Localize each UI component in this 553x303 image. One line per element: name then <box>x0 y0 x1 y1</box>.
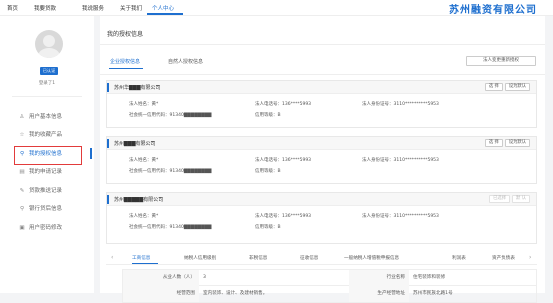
sidebar-item-password[interactable]: ▣ 用户密码修改 <box>18 222 94 234</box>
tab-vat-declaration[interactable]: 一般纳税人增值税申报信息 <box>344 255 399 261</box>
legal-name: 法人姓名：黄* <box>129 102 159 107</box>
company-card: 苏州华▇▇▇有限公司 选 择设为默认 法人姓名：黄* 法人电话号：136****… <box>106 80 537 128</box>
nav-about[interactable]: 关于我们 <box>120 4 142 12</box>
company-name: 苏州▇▇▇▇▇有限公司 <box>114 197 164 203</box>
company-name: 苏州▇▇▇有限公司 <box>114 141 156 147</box>
table-label: 从业人数（人） <box>123 270 199 286</box>
tab-individual-authorization[interactable]: 自然人授权信息 <box>168 58 203 65</box>
active-item-highlight <box>14 146 82 165</box>
active-subtab-indicator <box>132 263 158 264</box>
user-icon: ♙ <box>19 114 25 120</box>
nav-personal-center[interactable]: 个人中心 <box>152 4 174 12</box>
active-item-bar <box>90 148 92 159</box>
credit-code: 社会统一信用代码：91340▇▇▇▇▇▇▇▇ <box>129 113 212 118</box>
reauthorize-button[interactable]: 法人变更重新授权 <box>466 56 536 66</box>
nav-service[interactable]: 我说服务 <box>82 4 104 12</box>
nav-active-indicator <box>147 13 183 15</box>
table-row: 经营范围 室内装饰、设计、及建材销售。 生产经营地址 苏州市民族北路1号 <box>123 286 536 302</box>
legal-id: 法人身份证号：3110**********5953 <box>362 102 439 107</box>
credit-level: 信用等级：B <box>255 225 281 230</box>
tab-non-tax-info[interactable]: 非税信息 <box>249 255 267 261</box>
sidebar-item-favorites[interactable]: ☆ 我的收藏产品 <box>18 129 94 141</box>
set-default-button[interactable]: 设为默认 <box>504 83 530 91</box>
company-name: 苏州华▇▇▇有限公司 <box>114 85 161 91</box>
legal-name: 法人姓名：黄* <box>129 214 159 219</box>
sidebar-item-label: 用户基本信息 <box>29 114 63 120</box>
sidebar-item-label: 银行贷后信息 <box>29 206 63 212</box>
set-default-button[interactable]: 设为默认 <box>504 139 530 147</box>
tab-business-info[interactable]: 工商信息 <box>132 255 150 261</box>
card-accent-bar <box>107 195 109 204</box>
tab-balance-sheet[interactable]: 资产负债表 <box>492 255 515 261</box>
title-divider <box>100 44 545 45</box>
sidebar-item-label: 我的申请记录 <box>29 169 63 175</box>
legal-name: 法人姓名：黄* <box>129 158 159 163</box>
chevron-left-icon[interactable]: ‹ <box>111 254 113 261</box>
business-info-table: 从业人数（人） 3 行业名称 住宅装饰和装修 经营范围 室内装饰、设计、及建材销… <box>122 269 537 303</box>
legal-id: 法人身份证号：3110**********5953 <box>362 158 439 163</box>
table-label: 行业名称 <box>349 270 409 286</box>
sidebar-item-label: 贷款推送记录 <box>29 188 63 194</box>
company-card-selected: 苏州▇▇▇▇▇有限公司 已选择默 认 法人姓名：黄* 法人电话号：136****… <box>106 192 537 244</box>
page-title: 我的授权信息 <box>107 31 144 38</box>
company-card-header: 苏州▇▇▇▇▇有限公司 已选择默 认 <box>107 193 536 206</box>
avatar-head-shape <box>43 35 55 47</box>
table-label: 生产经营地址 <box>349 286 409 302</box>
tab-tax-credit-level[interactable]: 纳税人信用级别 <box>184 255 216 261</box>
select-button[interactable]: 选 择 <box>484 139 503 147</box>
sidebar-item-push-records[interactable]: ✎ 贷款推送记录 <box>18 185 94 197</box>
table-value: 室内装饰、设计、及建材销售。 <box>203 291 268 296</box>
star-icon: ☆ <box>19 132 25 138</box>
legal-id: 法人身份证号：3110**********5953 <box>362 214 439 219</box>
main-panel: 我的授权信息 企业授权信息 自然人授权信息 法人变更重新授权 苏州华▇▇▇有限公… <box>100 16 545 293</box>
avatar[interactable] <box>35 30 63 58</box>
lock-icon: ▣ <box>19 225 25 231</box>
record-icon: ▤ <box>19 169 25 175</box>
avatar-body-shape <box>38 48 60 58</box>
tab-levy-info[interactable]: 征收信息 <box>300 255 318 261</box>
detail-tabs: ‹ 工商信息 纳税人信用级别 非税信息 征收信息 一般纳税人增值税申报信息 利润… <box>106 252 537 265</box>
verified-badge: 已认证 <box>40 67 58 75</box>
chevron-right-icon[interactable]: › <box>529 254 531 261</box>
top-navigation: 首页 我要贷款 我说服务 关于我们 个人中心 苏州融资有限公司 <box>0 0 553 16</box>
active-tab-indicator <box>109 68 143 69</box>
sidebar-item-label: 我的收藏产品 <box>29 132 63 138</box>
table-value: 3 <box>203 275 206 280</box>
legal-phone: 法人电话号：136****5993 <box>255 102 312 107</box>
credit-level: 信用等级：B <box>255 169 281 174</box>
default-button: 默 认 <box>512 195 530 203</box>
sidebar-item-applications[interactable]: ▤ 我的申请记录 <box>18 166 94 178</box>
sidebar-item-label: 用户密码修改 <box>29 225 63 231</box>
card-accent-bar <box>107 139 109 148</box>
credit-code: 社会统一信用代码：91340▇▇▇▇▇▇▇▇ <box>129 225 212 230</box>
table-value: 住宅装饰和装修 <box>413 275 446 280</box>
company-card-header: 苏州▇▇▇有限公司 选 择设为默认 <box>107 137 536 150</box>
company-card-header: 苏州华▇▇▇有限公司 选 择设为默认 <box>107 81 536 94</box>
tab-enterprise-authorization[interactable]: 企业授权信息 <box>110 58 140 65</box>
brand-logo[interactable]: 苏州融资有限公司 <box>449 1 537 16</box>
legal-phone: 法人电话号：136****5993 <box>255 158 312 163</box>
tabs-divider <box>100 74 545 75</box>
sidebar-item-basic-info[interactable]: ♙ 用户基本信息 <box>18 111 94 123</box>
selected-button: 已选择 <box>489 195 511 203</box>
nav-home[interactable]: 首页 <box>7 4 18 12</box>
edit-icon: ✎ <box>19 188 25 194</box>
table-row: 从业人数（人） 3 行业名称 住宅装饰和装修 <box>123 270 536 286</box>
username: 登录了1 <box>38 81 56 86</box>
search-icon: ⚲ <box>19 206 25 212</box>
tab-income-statement[interactable]: 利润表 <box>452 255 466 261</box>
select-button[interactable]: 选 择 <box>484 83 503 91</box>
company-card: 苏州▇▇▇有限公司 选 择设为默认 法人姓名：黄* 法人电话号：136****5… <box>106 136 537 184</box>
credit-code: 社会统一信用代码：91340▇▇▇▇▇▇▇▇ <box>129 169 212 174</box>
sidebar-divider <box>12 96 82 97</box>
sidebar-item-bank-info[interactable]: ⚲ 银行贷后信息 <box>18 203 94 215</box>
card-accent-bar <box>107 83 109 92</box>
credit-level: 信用等级：B <box>255 113 281 118</box>
nav-loan[interactable]: 我要贷款 <box>34 4 56 12</box>
table-label: 经营范围 <box>123 286 199 302</box>
table-value: 苏州市民族北路1号 <box>413 291 453 296</box>
legal-phone: 法人电话号：136****5993 <box>255 214 312 219</box>
